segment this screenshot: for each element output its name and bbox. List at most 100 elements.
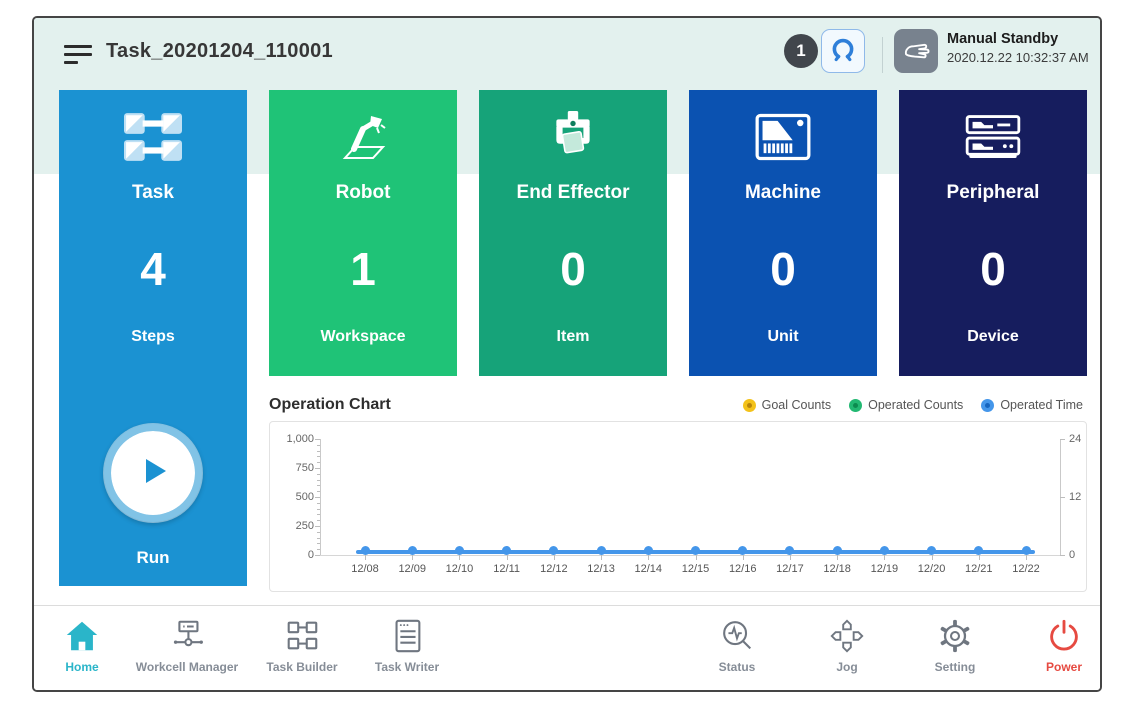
y-minor-tick xyxy=(317,509,320,510)
y-minor-tick xyxy=(317,480,320,481)
app-panel: Task_20201204_110001 1 Manual Standby 20… xyxy=(32,16,1102,692)
menu-icon[interactable] xyxy=(64,45,92,67)
data-point xyxy=(974,546,983,555)
run-label: Run xyxy=(59,548,247,568)
x-axis-label: 12/18 xyxy=(823,563,851,575)
x-tick xyxy=(979,555,980,560)
y-minor-tick xyxy=(317,462,320,463)
y2-axis-label: 0 xyxy=(1069,549,1075,561)
card-task[interactable]: Task 4 Steps Run xyxy=(59,90,247,586)
task-steps-icon xyxy=(59,108,247,166)
data-point xyxy=(455,546,464,555)
x-axis-label: 12/14 xyxy=(635,563,663,575)
peripheral-device-icon xyxy=(899,108,1087,166)
machine-icon xyxy=(689,108,877,166)
legend-label: Goal Counts xyxy=(762,398,831,412)
data-point xyxy=(880,546,889,555)
play-icon xyxy=(135,453,171,494)
status-mode: Manual Standby xyxy=(947,31,1089,47)
data-point xyxy=(597,546,606,555)
x-axis-label: 12/17 xyxy=(776,563,804,575)
x-axis-label: 12/16 xyxy=(729,563,757,575)
card-unit: Unit xyxy=(689,328,877,346)
robot-status[interactable]: Manual Standby 2020.12.22 10:32:37 AM xyxy=(947,31,1089,65)
card-unit: Device xyxy=(899,328,1087,346)
goal-counts-dot-icon xyxy=(743,399,756,412)
legend-label: Operated Counts xyxy=(868,398,963,412)
y-major-tick xyxy=(315,497,320,498)
y-major-tick xyxy=(315,468,320,469)
x-axis-label: 12/15 xyxy=(682,563,710,575)
card-count: 4 xyxy=(59,238,247,300)
data-point xyxy=(549,546,558,555)
x-tick xyxy=(365,555,366,560)
operated-time-dot-icon xyxy=(981,399,994,412)
card-machine[interactable]: Machine 0 Unit xyxy=(689,90,877,376)
legend-item-goal-counts[interactable]: Goal Counts xyxy=(743,398,831,412)
data-point xyxy=(502,546,511,555)
data-point xyxy=(644,546,653,555)
data-point xyxy=(738,546,747,555)
x-tick xyxy=(932,555,933,560)
x-axis-label: 12/19 xyxy=(871,563,899,575)
card-peripheral[interactable]: Peripheral 0 Device xyxy=(899,90,1087,376)
operation-chart: 1,00075050025002412012/0812/0912/1012/11… xyxy=(269,421,1087,592)
x-tick xyxy=(1026,555,1027,560)
x-tick xyxy=(790,555,791,560)
screen: Task_20201204_110001 1 Manual Standby 20… xyxy=(0,0,1134,708)
y-minor-tick xyxy=(317,532,320,533)
x-axis-label: 12/09 xyxy=(398,563,426,575)
nav-power[interactable]: Power xyxy=(994,616,1102,674)
card-title: Machine xyxy=(689,182,877,204)
x-tick xyxy=(554,555,555,560)
card-count: 0 xyxy=(689,238,877,300)
y2-axis-label: 24 xyxy=(1069,433,1081,445)
y-major-tick xyxy=(315,439,320,440)
y-minor-tick xyxy=(317,538,320,539)
card-count: 0 xyxy=(479,238,667,300)
data-point xyxy=(785,546,794,555)
power-icon xyxy=(994,616,1102,656)
x-tick xyxy=(459,555,460,560)
gripper-button[interactable] xyxy=(821,29,865,73)
y-axis-label: 750 xyxy=(278,462,314,474)
status-timestamp: 2020.12.22 10:32:37 AM xyxy=(947,50,1089,65)
bottom-navbar: Home Workcell Manager xyxy=(34,605,1100,690)
task-writer-icon xyxy=(337,616,477,656)
card-title: Task xyxy=(59,182,247,204)
y-major-tick xyxy=(315,555,320,556)
x-tick xyxy=(837,555,838,560)
y2-major-tick xyxy=(1060,497,1065,498)
x-axis-label: 12/22 xyxy=(1012,563,1040,575)
run-button[interactable] xyxy=(103,423,203,523)
x-tick xyxy=(601,555,602,560)
x-axis-label: 12/20 xyxy=(918,563,946,575)
nav-task-writer[interactable]: Task Writer xyxy=(337,616,477,674)
legend-item-operated-time[interactable]: Operated Time xyxy=(981,398,1083,412)
left-axis xyxy=(320,439,321,555)
chart-legend: Goal Counts Operated Counts Operated Tim… xyxy=(743,398,1083,412)
robot-arm-icon xyxy=(269,108,457,166)
x-tick xyxy=(507,555,508,560)
x-axis xyxy=(320,555,1060,556)
x-tick xyxy=(884,555,885,560)
y-axis-label: 0 xyxy=(278,549,314,561)
card-robot[interactable]: Robot 1 Workspace xyxy=(269,90,457,376)
notification-badge: 1 xyxy=(784,34,818,68)
gripper-tool-icon xyxy=(479,108,667,166)
y-minor-tick xyxy=(317,474,320,475)
y-minor-tick xyxy=(317,514,320,515)
y-axis-label: 1,000 xyxy=(278,433,314,445)
x-axis-label: 12/13 xyxy=(587,563,615,575)
x-tick xyxy=(743,555,744,560)
data-point xyxy=(927,546,936,555)
legend-item-operated-counts[interactable]: Operated Counts xyxy=(849,398,963,412)
card-count: 1 xyxy=(269,238,457,300)
x-tick xyxy=(412,555,413,560)
operated-counts-dot-icon xyxy=(849,399,862,412)
card-unit: Item xyxy=(479,328,667,346)
card-end-effector[interactable]: End Effector 0 Item xyxy=(479,90,667,376)
card-title: End Effector xyxy=(479,182,667,204)
y-minor-tick xyxy=(317,503,320,504)
manual-mode-icon[interactable] xyxy=(894,29,938,73)
